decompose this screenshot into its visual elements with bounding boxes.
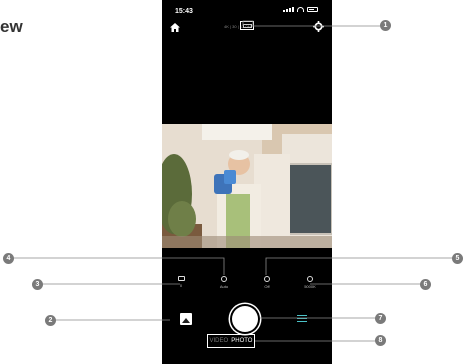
callout-2: 2: [45, 315, 56, 326]
callout-5: 5: [452, 253, 463, 264]
callout-7: 7: [375, 313, 386, 324]
callout-4: 4: [3, 253, 14, 264]
callout-3: 3: [32, 279, 43, 290]
callout-6: 6: [420, 279, 431, 290]
callout-1: 1: [380, 20, 391, 31]
callout-8: 8: [375, 335, 386, 346]
callout-lines: [14, 20, 455, 342]
